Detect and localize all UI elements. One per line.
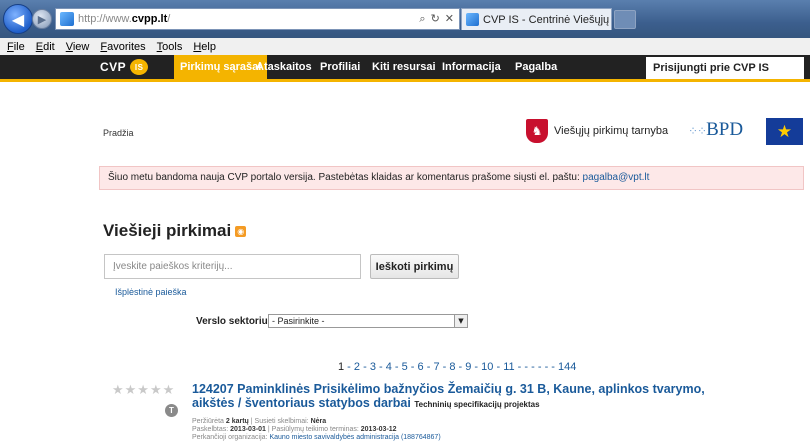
sector-label: Verslo sektorius: bbox=[196, 316, 277, 327]
login-button[interactable]: Prisijungti prie CVP IS bbox=[646, 57, 804, 79]
stop-icon[interactable]: ✕ bbox=[445, 12, 454, 26]
tab-title: CVP IS - Centrinė Viešųjų pi... bbox=[483, 13, 611, 26]
page-separator: - bbox=[524, 361, 529, 373]
breadcrumb[interactable]: Pradžia bbox=[103, 128, 134, 138]
rss-icon[interactable]: ◉ bbox=[235, 225, 247, 237]
nav-item-pagalba[interactable]: Pagalba bbox=[509, 55, 563, 79]
refresh-icon[interactable]: ↻ bbox=[431, 12, 440, 26]
url-host: cvpp.lt bbox=[131, 13, 168, 25]
page-title-text: Viešieji pirkimai bbox=[103, 221, 232, 240]
page-link[interactable]: 9 bbox=[465, 361, 471, 373]
bpd-dots-icon: ⁘⁘ bbox=[688, 124, 707, 138]
rating-stars-icon[interactable]: ★★★★★ bbox=[112, 383, 175, 398]
page-link[interactable]: 3 bbox=[370, 361, 376, 373]
page-link[interactable]: 5 bbox=[402, 361, 408, 373]
cvp-logo[interactable]: CVP IS bbox=[100, 59, 149, 75]
viewed-value: 2 kartų bbox=[225, 418, 249, 425]
org-label: Perkančioji organizacija: bbox=[192, 434, 268, 441]
page-link[interactable]: 2 bbox=[354, 361, 360, 373]
menu-bar: File Edit View Favorites Tools Help bbox=[0, 38, 810, 55]
procurement-meta: Peržiūrėta 2 kartų | Susieti skelbimai: … bbox=[192, 418, 441, 441]
bpd-label: BPD bbox=[706, 119, 744, 140]
page-link[interactable]: 1 bbox=[338, 361, 344, 373]
eu-flag-icon: ★ bbox=[766, 118, 803, 145]
tab-favicon-icon bbox=[466, 13, 479, 26]
deadline-label: Pasiūlymų teikimo terminas: bbox=[271, 426, 359, 433]
menu-favorites[interactable]: Favorites bbox=[100, 41, 145, 53]
arrow-left-icon: ◀ bbox=[11, 9, 25, 29]
nav-divider bbox=[0, 79, 810, 82]
procurement-type-badge: T bbox=[165, 404, 178, 417]
org-link[interactable]: Kauno miesto savivaldybės administracija… bbox=[269, 434, 440, 441]
arrow-right-icon: ▶ bbox=[37, 12, 47, 26]
forward-button[interactable]: ▶ bbox=[32, 9, 52, 29]
menu-tools[interactable]: Tools bbox=[157, 41, 183, 53]
search-icon[interactable]: ⌕ bbox=[419, 12, 425, 26]
pagination: 1 - 2 - 3 - 4 - 5 - 6 - 7 - 8 - 9 - 10 -… bbox=[338, 361, 577, 373]
nav-item-kiti-resursai[interactable]: Kiti resursai bbox=[366, 55, 442, 79]
viewed-label: Peržiūrėta bbox=[192, 418, 224, 425]
logo-badge: IS bbox=[130, 59, 149, 75]
advanced-search-link[interactable]: Išplėstinė paieška bbox=[115, 287, 187, 297]
deadline-value: 2013-03-12 bbox=[360, 426, 397, 433]
page-title: Viešieji pirkimai ◉ bbox=[103, 221, 247, 241]
vpt-label: Viešųjų pirkimų tarnyba bbox=[554, 125, 669, 137]
chevron-down-icon: ▼ bbox=[454, 315, 467, 327]
new-tab-button[interactable] bbox=[614, 10, 636, 29]
search-input[interactable] bbox=[104, 254, 361, 279]
url-suffix: / bbox=[167, 13, 171, 25]
search-button[interactable]: Ieškoti pirkimų bbox=[370, 254, 459, 279]
coat-of-arms-icon: ♞ bbox=[526, 119, 548, 143]
notice-banner: Šiuo metu bandoma nauja CVP portalo vers… bbox=[99, 166, 804, 190]
page-link[interactable]: 11 bbox=[503, 361, 514, 373]
page-separator: - bbox=[551, 361, 555, 373]
page-link[interactable]: 4 bbox=[386, 361, 392, 373]
page-link[interactable]: 8 bbox=[449, 361, 455, 373]
notice-text: Šiuo metu bandoma nauja CVP portalo vers… bbox=[108, 172, 580, 183]
published-label: Paskelbtas: bbox=[192, 426, 229, 433]
bpd-logo[interactable]: ⁘⁘BPD bbox=[688, 119, 743, 141]
back-button[interactable]: ◀ bbox=[3, 4, 33, 34]
sector-select[interactable]: - Pasirinkite - ▼ bbox=[268, 314, 468, 328]
vpt-logo[interactable]: ♞ Viešųjų pirkimų tarnyba bbox=[526, 119, 668, 143]
menu-edit[interactable]: Edit bbox=[36, 41, 55, 53]
page-link[interactable]: 144 bbox=[558, 361, 576, 373]
linked-label: Susieti skelbimai: bbox=[254, 418, 309, 425]
nav-item-informacija[interactable]: Informacija bbox=[436, 55, 507, 79]
browser-tab[interactable]: CVP IS - Centrinė Viešųjų pi... × bbox=[461, 8, 612, 30]
page-link[interactable]: 6 bbox=[418, 361, 424, 373]
menu-help[interactable]: Help bbox=[193, 41, 216, 53]
url-prefix: http://www. bbox=[78, 13, 132, 25]
page-link[interactable]: 10 bbox=[481, 361, 493, 373]
linked-value: Nėra bbox=[310, 418, 327, 425]
page-link[interactable]: 7 bbox=[433, 361, 439, 373]
nav-item-ataskaitos[interactable]: Ataskaitos bbox=[250, 55, 318, 79]
procurement-subtype: Techninių specifikacijų projektas bbox=[414, 400, 540, 409]
browser-toolbar: ◀ ▶ http://www. cvpp.lt / ⌕ ↻ ✕ CVP IS - C… bbox=[0, 0, 810, 38]
address-bar[interactable]: http://www. cvpp.lt / ⌕ ↻ ✕ bbox=[55, 8, 460, 30]
menu-file[interactable]: File bbox=[7, 41, 25, 53]
notice-email-link[interactable]: pagalba@vpt.lt bbox=[583, 172, 650, 183]
page-separator: - bbox=[537, 361, 542, 373]
sector-select-value: - Pasirinkite - bbox=[272, 316, 325, 326]
nav-item-profiliai[interactable]: Profiliai bbox=[314, 55, 366, 79]
logo-text: CVP bbox=[100, 60, 127, 74]
published-value: 2013-03-01 bbox=[230, 426, 266, 433]
site-favicon-icon bbox=[60, 12, 74, 26]
procurement-title-link[interactable]: 124207 Paminklinės Prisikėlimo bažnyčios… bbox=[192, 382, 732, 412]
menu-view[interactable]: View bbox=[66, 41, 90, 53]
